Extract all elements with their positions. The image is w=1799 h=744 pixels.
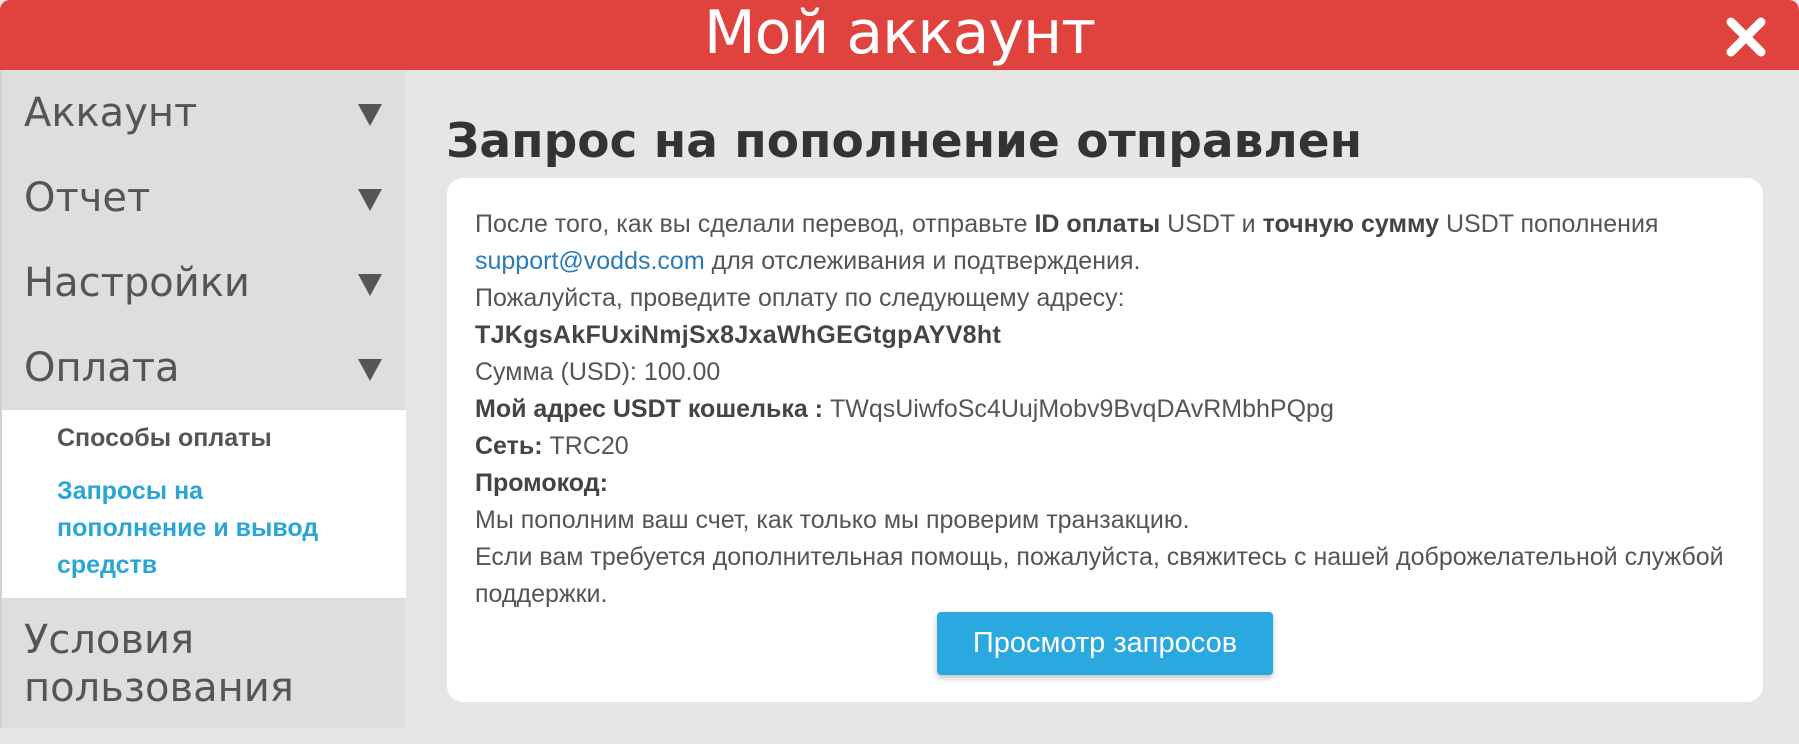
sidebar-item-label: Условия пользования bbox=[24, 616, 294, 712]
amount-text: Сумма (USD): 100.00 bbox=[475, 358, 721, 386]
view-requests-button[interactable]: Просмотр запросов bbox=[937, 612, 1273, 675]
title-bar: Мой аккаунт bbox=[0, 0, 1799, 70]
wallet-address-row: Мой адрес USDT кошелька : TWqsUiwfoSc4Uu… bbox=[475, 391, 1735, 428]
sidebar-item-label: Аккаунт bbox=[24, 89, 198, 136]
payment-submenu: Способы оплаты Запросы на пополнение и в… bbox=[2, 410, 406, 598]
instruction-part: для отслеживания и подтверждения. bbox=[704, 247, 1141, 275]
instruction-part: После того, как вы сделали перевод, отпр… bbox=[475, 210, 1035, 238]
sidebar-item-terms[interactable]: Условия пользования bbox=[2, 598, 406, 734]
promo-row: Промокод: bbox=[475, 465, 1735, 502]
page-title: Запрос на пополнение отправлен bbox=[446, 114, 1363, 169]
instruction-bold: ID оплаты bbox=[1034, 210, 1161, 238]
wallet-address-value: TWqsUiwfoSc4UujMobv9BvqDAvRMbhPQpg bbox=[823, 395, 1334, 423]
terms-line-1: Условия bbox=[24, 617, 195, 663]
payment-address-prompt: Пожалуйста, проведите оплату по следующе… bbox=[475, 284, 1125, 312]
close-button[interactable] bbox=[1723, 14, 1769, 60]
sidebar-item-label: Настройки bbox=[24, 259, 250, 306]
sidebar-item-payment[interactable]: Оплата bbox=[2, 325, 406, 410]
instruction-part: USDT пополнения bbox=[1439, 210, 1659, 238]
submenu-item-payment-methods[interactable]: Способы оплаты bbox=[57, 420, 406, 457]
sidebar-item-account[interactable]: Аккаунт bbox=[2, 70, 406, 155]
sidebar-item-report[interactable]: Отчет bbox=[2, 155, 406, 240]
instruction-bold: точную сумму bbox=[1262, 210, 1440, 238]
window-title: Мой аккаунт bbox=[703, 0, 1096, 68]
triangle-down-icon bbox=[358, 274, 382, 296]
deposit-info-card: После того, как вы сделали перевод, отпр… bbox=[447, 178, 1763, 702]
promo-label: Промокод: bbox=[475, 469, 608, 497]
sidebar: Аккаунт Отчет Настройки Оплата Способы о… bbox=[0, 70, 406, 728]
sidebar-item-settings[interactable]: Настройки bbox=[2, 240, 406, 325]
submenu-item-requests[interactable]: Запросы на пополнение и вывод средств bbox=[57, 473, 357, 584]
triangle-down-icon bbox=[358, 189, 382, 211]
verification-text: Мы пополним ваш счет, как только мы пров… bbox=[475, 506, 1190, 534]
terms-line-2: пользования bbox=[24, 665, 294, 711]
wallet-address-label: Мой адрес USDT кошелька : bbox=[475, 395, 824, 423]
instruction-text: После того, как вы сделали перевод, отпр… bbox=[475, 206, 1735, 280]
account-window: Мой аккаунт Аккаунт Отчет Настройки Опла… bbox=[0, 0, 1799, 744]
main-content: Запрос на пополнение отправлен После тог… bbox=[406, 70, 1799, 744]
triangle-down-icon bbox=[358, 104, 382, 126]
network-label: Сеть: bbox=[475, 432, 543, 460]
button-wrap: Просмотр запросов bbox=[447, 612, 1763, 675]
triangle-down-icon bbox=[358, 359, 382, 381]
network-row: Сеть: TRC20 bbox=[475, 428, 1735, 465]
sidebar-item-label: Отчет bbox=[24, 174, 151, 221]
support-text: Если вам требуется дополнительная помощь… bbox=[475, 543, 1724, 608]
sidebar-item-label: Оплата bbox=[24, 344, 180, 391]
network-value: TRC20 bbox=[542, 432, 629, 460]
instruction-part: USDT и bbox=[1160, 210, 1263, 238]
close-icon bbox=[1726, 17, 1766, 57]
support-email-link[interactable]: support@vodds.com bbox=[475, 247, 705, 275]
payment-address: TJKgsAkFUxiNmjSx8JxaWhGEGtgpAYV8ht bbox=[475, 321, 1002, 349]
